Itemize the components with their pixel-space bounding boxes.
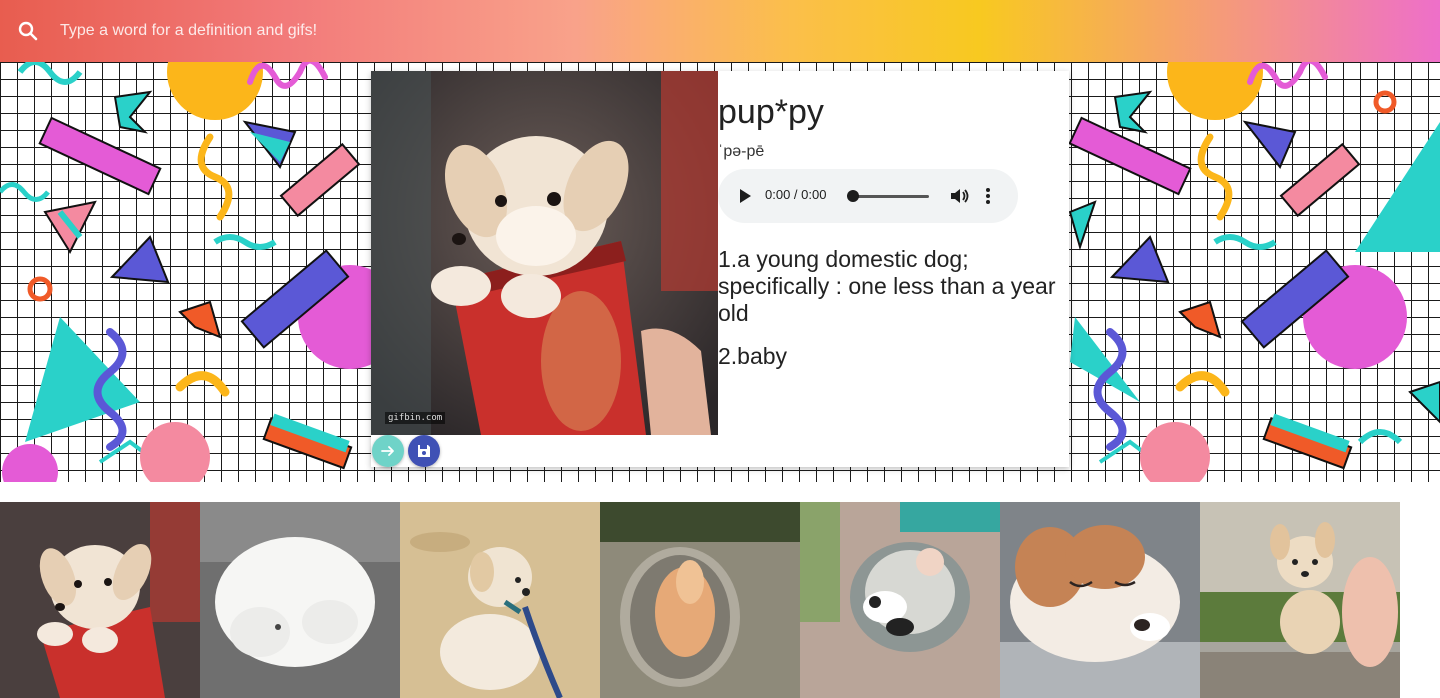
arrow-right-icon (381, 446, 394, 456)
featured-gif[interactable]: gifbin.com (371, 71, 718, 435)
floppy-disk-icon (418, 445, 430, 457)
gif-thumbnail[interactable] (800, 502, 1000, 698)
audio-time: 0:00 / 0:00 (765, 187, 827, 202)
gif-strip (0, 502, 1440, 698)
gif-thumbnail[interactable] (600, 502, 800, 698)
gif-thumbnail[interactable] (400, 502, 600, 698)
search-bar (0, 0, 1440, 62)
volume-icon[interactable] (948, 185, 970, 212)
puppy-image (371, 71, 718, 435)
definition-item: 1.a young domestic dog; specifically : o… (718, 246, 1056, 326)
save-gif-button[interactable] (408, 435, 440, 467)
word-title: pup*py (718, 93, 824, 131)
play-icon[interactable] (738, 188, 752, 209)
more-options-icon[interactable] (984, 185, 992, 212)
gif-thumbnail[interactable] (0, 502, 200, 698)
pronunciation: ˈpə-pē (718, 143, 765, 160)
search-input[interactable] (60, 18, 860, 44)
definition-item: 2.baby (718, 343, 788, 369)
gif-thumbnail[interactable] (1000, 502, 1200, 698)
gif-thumbnail[interactable] (1200, 502, 1400, 698)
gif-thumbnail[interactable] (200, 502, 400, 698)
next-gif-button[interactable] (372, 435, 404, 467)
audio-seek-handle[interactable] (847, 190, 859, 202)
audio-player: 0:00 / 0:00 (718, 169, 1018, 223)
search-icon[interactable] (16, 19, 40, 43)
audio-seek-bar[interactable] (851, 195, 929, 198)
definition-list: 1.a young domestic dog; specifically : o… (718, 246, 1068, 386)
gif-watermark: gifbin.com (385, 412, 446, 424)
definition-card: gifbin.com pup*py ˈpə-pē 0:00 / 0:00 1.a… (371, 71, 1069, 467)
